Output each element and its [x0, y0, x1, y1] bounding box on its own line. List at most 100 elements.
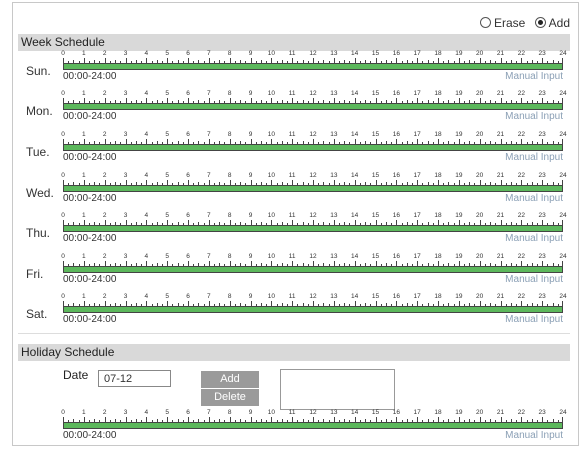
schedule-bar[interactable]: [63, 64, 563, 70]
schedule-bar[interactable]: [63, 104, 563, 110]
date-input[interactable]: [98, 370, 171, 387]
hour-tick-label: 16: [392, 293, 400, 300]
day-row: Sat. 0 1 2 3 4 5 6 7 8 9 10 11 12 13 14 15 16 17 18 19 20 21 22…: [13, 293, 578, 333]
hour-tick-label: 4: [144, 409, 149, 416]
hour-tick-label: 7: [207, 90, 211, 97]
hour-tick-label: 0: [61, 50, 65, 57]
hour-tick-label: 10: [267, 253, 275, 260]
hour-tick-label: 12: [309, 253, 317, 260]
hour-tick-label: 15: [371, 131, 380, 138]
day-timeline[interactable]: 0 1 2 3 4 5 6 7 8 9 10 11 12 13 14 15 16 17 18 19 20 21 22 23 24…: [61, 293, 567, 333]
hour-tick-label: 10: [267, 50, 275, 57]
schedule-bar[interactable]: [63, 267, 563, 273]
hour-tick-label: 8: [227, 409, 232, 416]
hour-tick-label: 22: [517, 50, 525, 57]
hour-tick-label: 7: [207, 50, 211, 57]
hour-tick-label: 10: [267, 131, 275, 138]
hour-tick-label: 23: [538, 212, 546, 219]
hour-tick-label: 19: [455, 212, 463, 219]
day-row: Sun. 0 1 2 3 4 5 6 7 8 9 10 11 12 13 14 15 16 17 18 19 20 21 22…: [13, 50, 578, 90]
hour-tick-label: 13: [330, 50, 338, 57]
hour-tick-label: 17: [413, 409, 421, 416]
hour-tick-label: 7: [207, 212, 211, 219]
hour-tick-label: 15: [371, 293, 380, 300]
schedule-bar[interactable]: [63, 145, 563, 151]
day-timeline[interactable]: 0 1 2 3 4 5 6 7 8 9 10 11 12 13 14 15 16 17 18 19 20 21 22 23 24…: [61, 172, 566, 212]
hour-tick-label: 1: [82, 50, 86, 57]
delete-holiday-button[interactable]: Delete: [201, 389, 259, 406]
hour-tick-label: 19: [455, 131, 463, 138]
hour-tick-label: 6: [186, 50, 190, 57]
holiday-list[interactable]: [280, 369, 395, 410]
erase-label: Erase: [493, 16, 526, 30]
hour-tick-label: 9: [248, 131, 253, 138]
manual-input-link[interactable]: Manual Input: [505, 193, 563, 204]
manual-input-link[interactable]: Manual Input: [505, 430, 563, 441]
schedule-bar[interactable]: [63, 226, 563, 232]
hour-tick-label: 6: [186, 409, 190, 416]
hour-tick-label: 17: [413, 90, 421, 97]
hour-tick-label: 18: [434, 212, 442, 219]
add-radio[interactable]: [534, 17, 546, 28]
day-timeline[interactable]: 0 1 2 3 4 5 6 7 8 9 10 11 12 13 14 15 16 17 18 19 20 21 22 23 24…: [61, 131, 566, 171]
hour-tick-label: 16: [392, 50, 400, 57]
hour-tick-label: 2: [102, 253, 107, 260]
hour-tick-label: 13: [330, 131, 338, 138]
holiday-timeline[interactable]: 0 1 2 3 4 5 6 7 8 9 10 11 12 13 14 15 16 17 18 19 20 21 22 23 24…: [61, 409, 566, 445]
manual-input-link[interactable]: Manual Input: [505, 233, 563, 244]
day-timeline[interactable]: 0 1 2 3 4 5 6 7 8 9 10 11 12 13 14 15 16 17 18 19 20 21 22 23 24…: [61, 212, 566, 252]
hour-tick-label: 21: [496, 90, 505, 97]
manual-input-link[interactable]: Manual Input: [505, 314, 563, 325]
hour-tick-label: 22: [517, 90, 525, 97]
hour-tick-label: 24: [559, 293, 567, 300]
day-label: Sat.: [26, 307, 48, 321]
schedule-bar[interactable]: [63, 307, 563, 313]
day-row: Thu. 0 1 2 3 4 5 6 7 8 9 10 11 12 13 14 15 16 17 18 19 20 21 22…: [13, 212, 578, 252]
time-range: 00:00-24:00: [63, 314, 117, 325]
hour-tick-label: 3: [123, 90, 128, 97]
hour-tick-label: 13: [330, 253, 338, 260]
day-row: Tue. 0 1 2 3 4 5 6 7 8 9 10 11 12 13 14 15 16 17 18 19 20 21 22…: [13, 131, 578, 171]
day-label: Mon.: [26, 104, 53, 118]
hour-tick-label: 18: [434, 90, 442, 97]
day-timeline[interactable]: 0 1 2 3 4 5 6 7 8 9 10 11 12 13 14 15 16 17 18 19 20 21 22 23 24…: [61, 90, 566, 130]
hour-tick-label: 3: [123, 409, 128, 416]
hour-tick-label: 12: [309, 409, 317, 416]
add-holiday-button[interactable]: Add: [201, 371, 259, 388]
hour-tick-label: 20: [476, 409, 484, 416]
hour-tick-label: 0: [61, 409, 65, 416]
hour-tick-label: 20: [476, 131, 484, 138]
hour-tick-label: 3: [123, 212, 128, 219]
erase-radio[interactable]: [479, 17, 491, 28]
hour-tick-label: 1: [82, 409, 86, 416]
hour-tick-label: 16: [392, 172, 400, 179]
manual-input-link[interactable]: Manual Input: [505, 111, 563, 122]
time-range: 00:00-24:00: [63, 152, 117, 163]
hour-tick-label: 0: [61, 212, 65, 219]
hour-tick-label: 2: [102, 131, 107, 138]
day-row: Wed. 0 1 2 3 4 5 6 7 8 9 10 11 12 13 14 15 16 17 18 19 20 21 22…: [13, 172, 578, 212]
schedule-bar[interactable]: [63, 423, 563, 429]
hour-tick-label: 9: [248, 293, 253, 300]
hour-tick-label: 19: [455, 172, 463, 179]
day-timeline[interactable]: 0 1 2 3 4 5 6 7 8 9 10 11 12 13 14 15 16 17 18 19 20 21 22 23 24…: [61, 50, 567, 90]
hour-tick-label: 9: [248, 253, 253, 260]
hour-tick-label: 10: [267, 172, 275, 179]
manual-input-link[interactable]: Manual Input: [505, 274, 563, 285]
day-timeline[interactable]: 0 1 2 3 4 5 6 7 8 9 10 11 12 13 14 15 16 17 18 19 20 21 22 23 24…: [61, 253, 566, 293]
manual-input-link[interactable]: Manual Input: [505, 152, 563, 163]
hour-tick-label: 19: [455, 253, 463, 260]
schedule-bar[interactable]: [63, 186, 563, 192]
hour-tick-label: 8: [227, 131, 232, 138]
manual-input-link[interactable]: Manual Input: [505, 71, 563, 82]
hour-tick-label: 11: [288, 253, 296, 260]
hour-tick-label: 4: [144, 253, 149, 260]
hour-tick-label: 8: [227, 50, 232, 57]
hour-tick-label: 7: [207, 131, 211, 138]
hour-tick-label: 20: [476, 90, 484, 97]
hour-tick-label: 16: [392, 131, 400, 138]
hour-tick-label: 11: [288, 131, 296, 138]
hour-tick-label: 7: [207, 172, 211, 179]
hour-tick-label: 22: [517, 131, 525, 138]
hour-tick-label: 24: [559, 50, 567, 57]
